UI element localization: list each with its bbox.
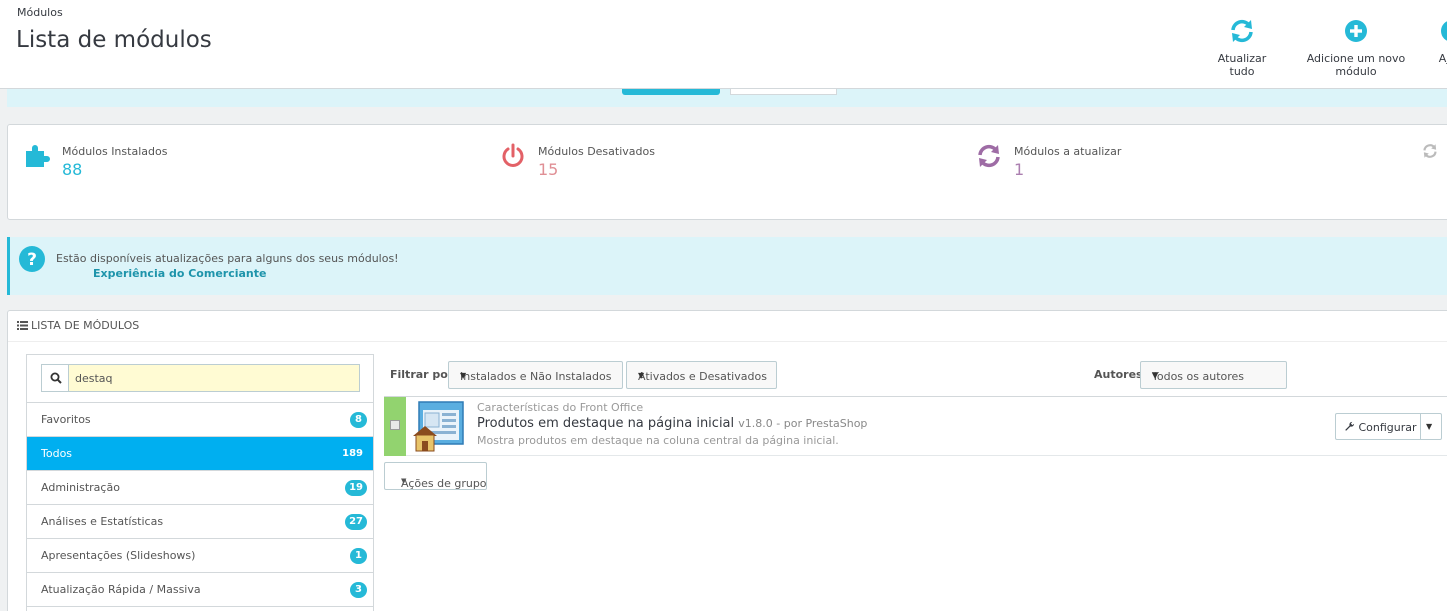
category-count-badge: 19 [345,480,367,496]
kpi-label: Módulos Desativados [538,145,655,158]
category-count-badge: 1 [350,548,367,564]
module-logo-icon [413,401,464,452]
kpi-label: Módulos a atualizar [1014,145,1122,158]
category-count-badge: 189 [342,448,363,459]
category-name: Administração [41,481,120,494]
divider [8,341,1447,342]
category-item[interactable]: Administração 19 [27,470,373,504]
module-row: Características do Front Office Produtos… [384,396,1447,456]
panel-heading-text: Lista de Módulos [31,319,140,332]
caret-down-icon: ▼ [638,371,645,380]
module-description: Mostra produtos em destaque na coluna ce… [477,434,839,447]
module-search [41,364,360,392]
module-version: v1.8.0 - por PrestaShop [738,417,868,430]
module-category: Características do Front Office [477,401,644,414]
group-actions-label: Ações de grupo [401,477,487,490]
category-count-badge: 8 [350,412,367,428]
page-title: Lista de módulos [16,27,212,53]
list-icon [17,321,28,330]
filter-label: Filtrar por [390,368,454,381]
category-sidebar: Favoritos 8 Todos 189 Administração 19 A… [26,354,374,611]
kpi-panel: Módulos Instalados 88 Módulos Desativado… [7,124,1447,220]
subheader-band [7,89,1447,107]
configure-label: Configurar [1358,421,1417,434]
authors-label: Autores [1094,368,1143,381]
puzzle-icon [26,145,50,167]
add-module-button[interactable]: Adicione um novo módulo [1288,18,1424,78]
search-input[interactable] [69,365,359,391]
kpi-value: 15 [538,160,559,179]
kpi-label: Módulos Instalados [62,145,168,158]
category-item[interactable]: Favoritos 8 [27,402,373,436]
category-item[interactable]: Atualização Rápida / Massiva 3 [27,572,373,606]
update-all-label: Atualizar tudo [1217,52,1267,78]
category-name: Análises e Estatísticas [41,515,164,528]
kpi-value: 1 [1014,160,1025,179]
kpi-value: 88 [62,160,83,179]
wrench-icon [1345,421,1355,431]
category-count-badge: 27 [345,514,367,530]
page-header: Módulos Lista de módulos Atualizar tudo … [0,0,1447,89]
category-item[interactable] [27,606,373,611]
enabled-filter-select[interactable]: Ativados e Desativados ▼ [626,361,777,389]
category-name: Apresentações (Slideshows) [41,549,196,562]
caret-down-icon: ▼ [401,477,407,485]
category-count-badge: 3 [350,582,367,598]
merchant-expertise-link[interactable]: Experiência do Comerciante [93,267,266,280]
caret-down-icon: ▼ [460,371,467,380]
tab-active[interactable] [622,89,720,95]
module-checkbox[interactable] [390,420,400,430]
category-item[interactable]: Todos 189 [27,436,373,470]
category-list: Favoritos 8 Todos 189 Administração 19 A… [27,402,373,611]
search-icon [50,372,62,384]
refresh-kpis-icon[interactable] [1422,143,1438,159]
panel-heading: Lista de Módulos [17,319,139,332]
category-name: Todos [41,447,73,460]
module-list-panel: Lista de Módulos Favoritos 8 Todos 189 [7,310,1447,611]
category-item[interactable]: Apresentações (Slideshows) 1 [27,538,373,572]
configure-button[interactable]: Configurar [1344,421,1417,434]
alert-message: Estão disponíveis atualizações para algu… [56,252,399,265]
refresh-icon [1231,19,1253,43]
module-status-bar [384,397,406,456]
caret-down-icon[interactable]: ▼ [1426,422,1432,431]
help-label: Aj [1438,52,1447,65]
search-addon [42,365,69,391]
tab-inactive[interactable] [730,89,837,95]
svg-text:?: ? [27,250,37,270]
category-name: Favoritos [41,413,91,426]
category-name: Atualização Rápida / Massiva [41,583,201,596]
add-module-label: Adicione um novo módulo [1306,52,1406,78]
help-icon [1441,21,1447,41]
updates-alert: ? Estão disponíveis atualizações para al… [7,237,1447,295]
update-all-button[interactable]: Atualizar tudo [1205,18,1279,78]
authors-select[interactable]: Todos os autores ▼ [1140,361,1287,389]
question-circle-icon: ? [19,246,45,272]
plus-circle-icon [1345,20,1367,42]
caret-down-icon: ▼ [1152,371,1159,380]
button-separator [1420,414,1421,439]
help-button[interactable]: Aj [1432,18,1447,65]
install-filter-select[interactable]: Instalados e Não Instalados ▼ [448,361,623,389]
configure-button-group: Configurar ▼ [1335,413,1442,440]
group-actions-button[interactable]: Ações de grupo ▼ [384,462,487,490]
module-title: Produtos em destaque na página inicial [477,416,735,431]
breadcrumb[interactable]: Módulos [17,6,63,19]
category-item[interactable]: Análises e Estatísticas 27 [27,504,373,538]
module-name: Produtos em destaque na página inicial v… [477,416,867,431]
power-icon [502,143,524,167]
refresh-icon [978,144,1000,168]
